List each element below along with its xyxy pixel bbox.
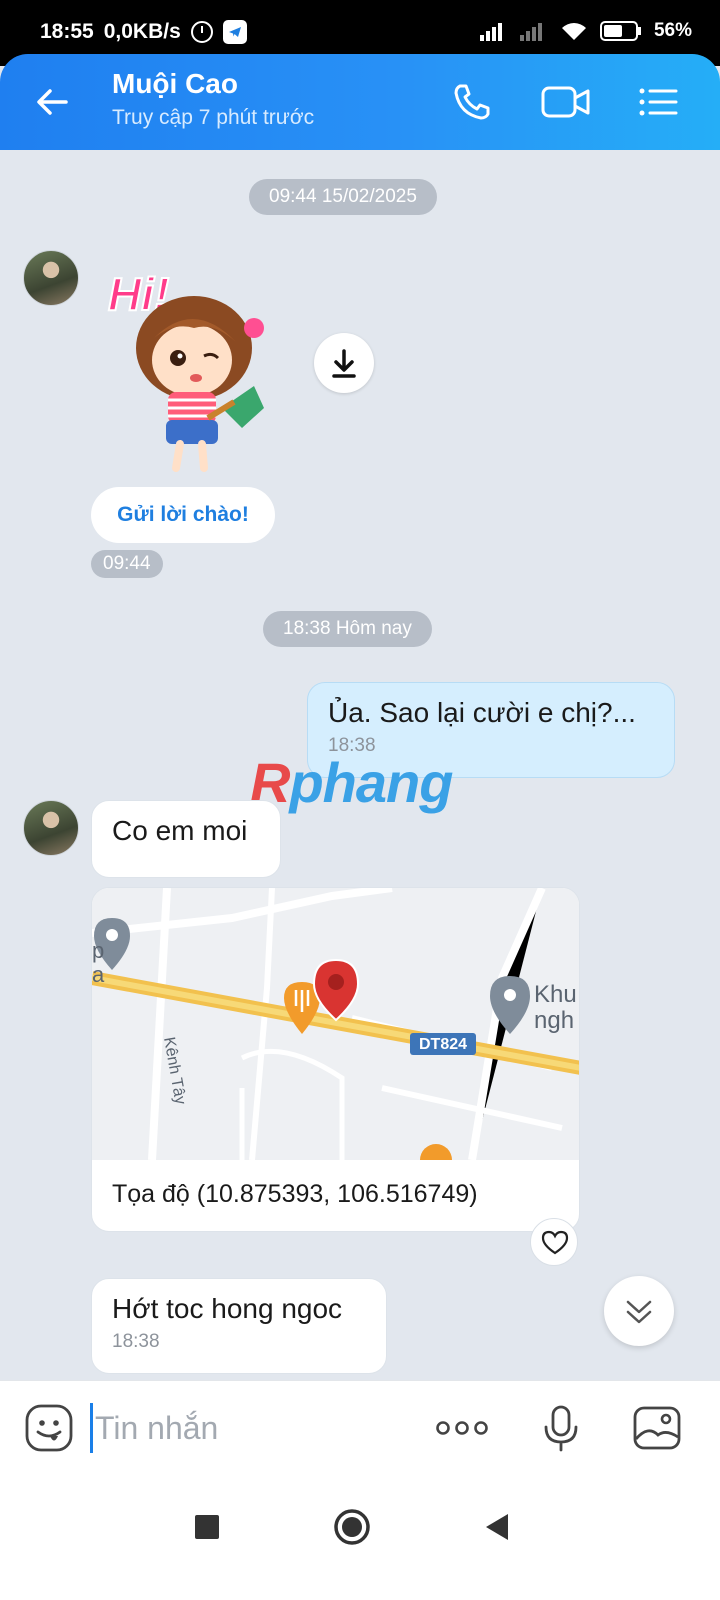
poi-label: Khu	[534, 981, 577, 1008]
battery-icon	[599, 21, 641, 41]
more-options-button[interactable]	[432, 1403, 492, 1453]
battery-percent: 56%	[653, 20, 692, 41]
emoji-sticker-button[interactable]	[24, 1403, 74, 1453]
message-input[interactable]	[90, 1403, 410, 1453]
road-label: DT824	[419, 1036, 467, 1053]
contact-name[interactable]: Muội Cao	[112, 68, 238, 100]
heart-icon	[541, 1230, 569, 1255]
react-button[interactable]	[530, 1218, 578, 1266]
telegram-icon	[222, 20, 247, 44]
chat-area[interactable]: 09:44 15/02/2025 Hi! Gửi lời chào! 09:44…	[0, 150, 720, 1380]
message-text: Hớt toc hong ngoc	[112, 1293, 343, 1324]
poi-label: ngh	[534, 1007, 574, 1034]
last-seen-status: Truy cập 7 phút trước	[112, 106, 315, 129]
poi-label: a	[92, 962, 105, 987]
double-chevron-down-icon	[626, 1300, 652, 1324]
message-time: 18:38	[112, 1331, 160, 1352]
message-bubble-received[interactable]: Co em moi	[91, 800, 281, 878]
download-icon	[332, 349, 356, 378]
sticker-time: 09:44	[91, 550, 163, 578]
phone-call-button[interactable]	[450, 80, 494, 124]
wifi-icon	[561, 23, 586, 40]
location-coordinates: Tọa độ (10.875393, 106.516749)	[112, 1180, 478, 1208]
message-input-bar	[0, 1380, 720, 1474]
chat-header: Muội Cao Truy cập 7 phút trước	[0, 54, 720, 150]
system-navigation-bar	[0, 1474, 720, 1600]
back-nav-button[interactable]	[472, 1502, 522, 1552]
microphone-button[interactable]	[536, 1403, 586, 1453]
network-speed: 0,0KB/s	[103, 20, 181, 43]
home-button[interactable]	[327, 1502, 377, 1552]
message-bubble-received[interactable]: Hớt toc hong ngoc 18:38	[91, 1278, 387, 1374]
status-time: 18:55	[40, 20, 94, 43]
download-button[interactable]	[314, 333, 374, 393]
contact-avatar[interactable]	[23, 250, 79, 306]
hi-sticker[interactable]: Hi!	[104, 258, 274, 478]
recent-apps-button[interactable]	[182, 1502, 232, 1552]
video-call-button[interactable]	[540, 80, 592, 124]
alarm-icon	[190, 21, 213, 43]
message-text: Ủa. Sao lại cười e chị?...	[328, 697, 636, 728]
image-gallery-button[interactable]	[632, 1403, 682, 1453]
contact-avatar[interactable]	[23, 800, 79, 856]
back-button[interactable]	[32, 82, 72, 122]
poi-label: p	[92, 938, 104, 963]
menu-list-button[interactable]	[636, 80, 680, 124]
signal-2-icon	[519, 23, 542, 41]
location-map[interactable]: DT824 Kênh Tây Khu ngh p a	[92, 888, 580, 1160]
date-divider: 09:44 15/02/2025	[249, 179, 437, 215]
send-greeting-button[interactable]: Gửi lời chào!	[91, 487, 275, 543]
watermark-logo: Rphang	[250, 751, 453, 814]
location-message-card[interactable]: DT824 Kênh Tây Khu ngh p a Tọa độ (10.87…	[91, 887, 580, 1232]
message-text: Co em moi	[112, 815, 248, 846]
scroll-to-bottom-button[interactable]	[604, 1276, 674, 1346]
date-divider: 18:38 Hôm nay	[263, 611, 432, 647]
signal-icon	[479, 23, 502, 41]
